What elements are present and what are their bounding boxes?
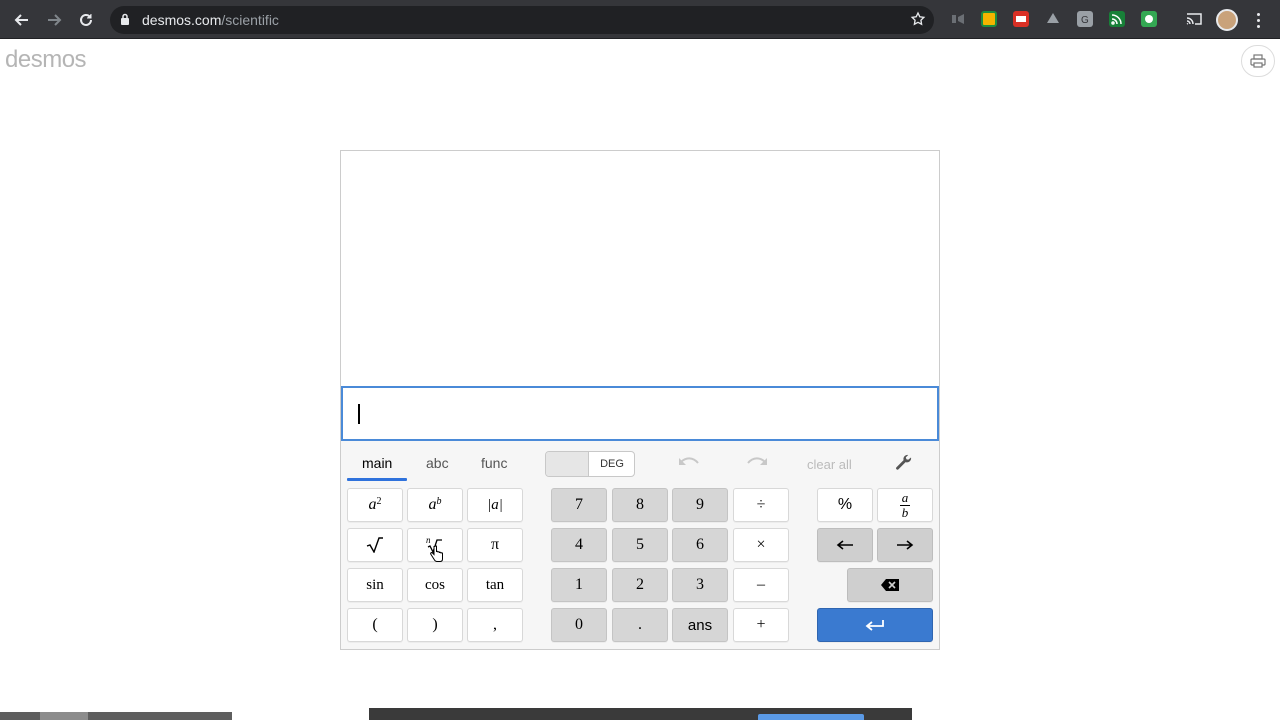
fraction-icon: ab xyxy=(900,489,910,520)
grammarly-icon[interactable]: G xyxy=(1077,11,1093,27)
profile-avatar[interactable] xyxy=(1216,9,1238,31)
bookmark-star-icon[interactable] xyxy=(910,11,926,27)
bottom-left-bar xyxy=(0,712,232,720)
print-button[interactable] xyxy=(1241,45,1275,77)
key-7[interactable]: 7 xyxy=(551,488,607,522)
right-paren-key[interactable]: ) xyxy=(407,608,463,642)
key-8[interactable]: 8 xyxy=(612,488,668,522)
angle-mode-toggle[interactable]: DEG xyxy=(545,451,635,477)
multiply-key[interactable]: × xyxy=(733,528,789,562)
key-3[interactable]: 3 xyxy=(672,568,728,602)
bottom-left-segment xyxy=(40,712,88,720)
key-4[interactable]: 4 xyxy=(551,528,607,562)
url-text: desmos.com/scientific xyxy=(142,12,279,28)
undo-icon[interactable] xyxy=(677,454,701,478)
url-path: /scientific xyxy=(221,12,279,28)
clear-all-button[interactable]: clear all xyxy=(807,457,852,472)
cast-icon[interactable] xyxy=(1186,11,1202,27)
google-classroom-icon[interactable] xyxy=(981,11,997,27)
address-bar[interactable]: desmos.com/scientific xyxy=(110,6,934,34)
key-2[interactable]: 2 xyxy=(612,568,668,602)
arrow-right-icon xyxy=(897,540,914,550)
rad-option[interactable] xyxy=(546,452,589,476)
reload-button[interactable] xyxy=(74,8,98,32)
abs-key[interactable]: |a| xyxy=(467,488,523,522)
cos-key[interactable]: cos xyxy=(407,568,463,602)
svg-text:n: n xyxy=(426,535,431,545)
pi-key[interactable]: π xyxy=(467,528,523,562)
cast-dim-icon[interactable] xyxy=(950,11,966,27)
key-0[interactable]: 0 xyxy=(551,608,607,642)
tab-func[interactable]: func xyxy=(481,455,507,471)
cursor-left-key[interactable] xyxy=(817,528,873,562)
backspace-icon xyxy=(881,579,899,591)
sqrt-key[interactable] xyxy=(347,528,403,562)
back-button[interactable] xyxy=(10,8,34,32)
key-5[interactable]: 5 xyxy=(612,528,668,562)
arrow-left-icon xyxy=(836,540,853,550)
tan-key[interactable]: tan xyxy=(467,568,523,602)
lock-icon xyxy=(121,13,129,25)
reload-icon xyxy=(80,13,92,26)
google-drive-icon[interactable] xyxy=(1045,11,1061,27)
key-1[interactable]: 1 xyxy=(551,568,607,602)
url-host: desmos.com xyxy=(142,12,222,28)
tab-main[interactable]: main xyxy=(362,455,392,471)
forward-arrow-icon xyxy=(48,14,62,26)
redo-icon[interactable] xyxy=(745,454,769,478)
text-cursor xyxy=(358,404,360,424)
enter-key[interactable] xyxy=(817,608,933,642)
expression-input[interactable] xyxy=(341,386,939,441)
square-key[interactable]: a2 xyxy=(347,488,403,522)
percent-key[interactable]: % xyxy=(817,488,873,522)
desmos-logo[interactable]: desmos xyxy=(5,46,87,74)
browser-toolbar: desmos.com/scientific G xyxy=(0,0,1280,39)
sin-key[interactable]: sin xyxy=(347,568,403,602)
sqrt-icon xyxy=(366,537,383,553)
add-key[interactable]: + xyxy=(733,608,789,642)
cursor-right-key[interactable] xyxy=(877,528,933,562)
power-key[interactable]: ab xyxy=(407,488,463,522)
printer-icon xyxy=(1250,54,1266,68)
history-panel xyxy=(341,151,939,386)
settings-wrench-icon[interactable] xyxy=(895,454,913,477)
scientific-calculator: main abc func DEG clear all a2 ab |a| n … xyxy=(340,150,940,650)
green-extension-icon[interactable] xyxy=(1141,11,1157,27)
comma-key[interactable]: , xyxy=(467,608,523,642)
hand-pointer-cursor-icon xyxy=(430,545,444,568)
forward-button[interactable] xyxy=(42,8,66,32)
subtract-key[interactable]: – xyxy=(733,568,789,602)
fraction-key[interactable]: ab xyxy=(877,488,933,522)
cast-feed-icon[interactable] xyxy=(1109,11,1125,27)
tab-abc[interactable]: abc xyxy=(426,455,449,471)
decimal-key[interactable]: . xyxy=(612,608,668,642)
divide-key[interactable]: ÷ xyxy=(733,488,789,522)
pdf-extension-icon[interactable] xyxy=(1013,11,1029,27)
left-paren-key[interactable]: ( xyxy=(347,608,403,642)
back-arrow-icon xyxy=(14,14,28,26)
active-tab-indicator xyxy=(347,478,407,481)
backspace-key[interactable] xyxy=(847,568,933,602)
key-9[interactable]: 9 xyxy=(672,488,728,522)
bottom-banner-button[interactable] xyxy=(758,714,864,720)
ans-key[interactable]: ans xyxy=(672,608,728,642)
deg-option[interactable]: DEG xyxy=(590,452,634,476)
enter-return-icon xyxy=(865,620,884,631)
key-6[interactable]: 6 xyxy=(672,528,728,562)
bottom-banner xyxy=(369,708,912,720)
svg-text:G: G xyxy=(1081,15,1089,26)
browser-menu-icon[interactable] xyxy=(1250,9,1266,31)
